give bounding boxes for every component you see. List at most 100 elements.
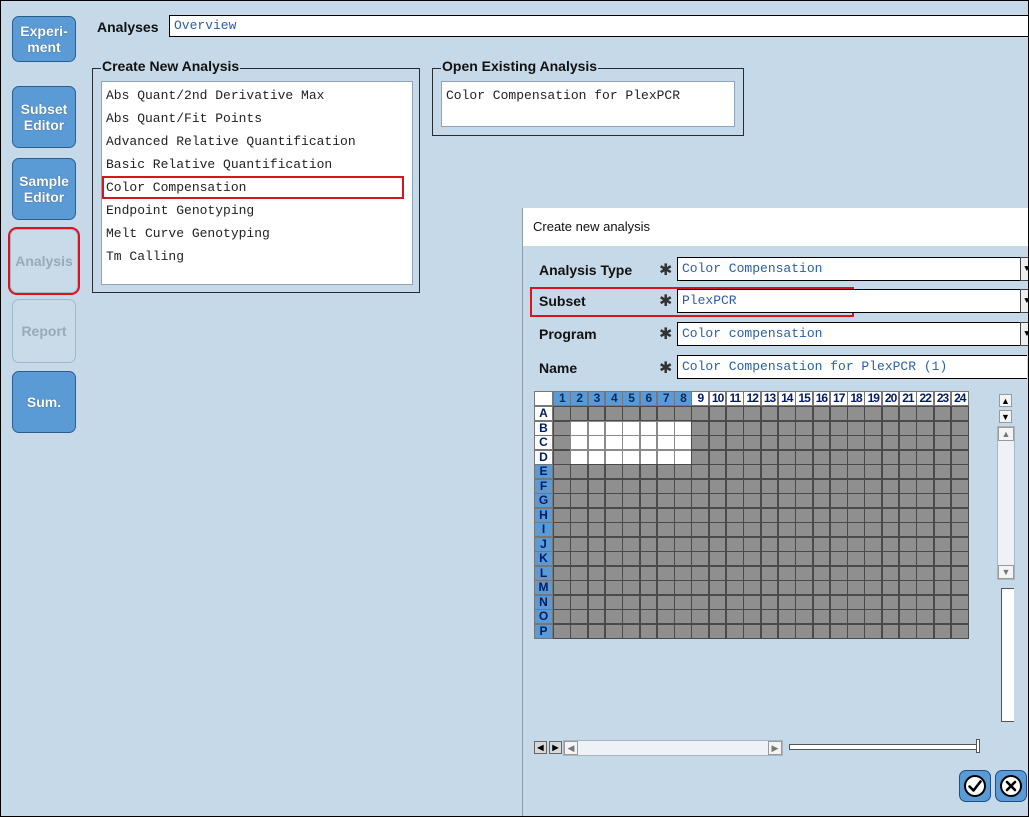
plate-well[interactable] (916, 594, 935, 610)
plate-well[interactable] (691, 420, 710, 436)
row-header[interactable]: F (534, 478, 553, 494)
column-header[interactable]: 15 (795, 391, 813, 406)
plate-well[interactable] (622, 623, 640, 639)
plate-well[interactable] (743, 609, 762, 624)
plate-well[interactable] (553, 435, 571, 450)
plate-well[interactable] (708, 449, 727, 465)
plate-well[interactable] (899, 623, 917, 639)
plate-well[interactable] (881, 464, 900, 479)
plate-well[interactable] (639, 623, 658, 639)
horizontal-zoom-slider[interactable] (789, 744, 979, 750)
column-header[interactable]: 16 (812, 391, 831, 406)
plate-well[interactable] (933, 493, 952, 508)
plate-well[interactable] (881, 594, 900, 610)
plate-well[interactable] (777, 536, 796, 552)
plate-well[interactable] (899, 536, 917, 552)
plate-well[interactable] (553, 536, 571, 552)
plate-well[interactable] (622, 449, 640, 465)
plate-well[interactable] (864, 464, 883, 479)
plate-well[interactable] (864, 565, 883, 581)
plate-well[interactable] (933, 406, 952, 421)
plate-well[interactable] (691, 478, 710, 494)
nav-analysis-button[interactable]: Analysis (8, 227, 80, 295)
plate-well[interactable] (656, 406, 675, 421)
plate-well[interactable] (864, 478, 883, 494)
plate-well[interactable] (639, 580, 658, 595)
plate-well[interactable] (570, 536, 589, 552)
plate-well[interactable] (847, 536, 865, 552)
plate-well[interactable] (639, 522, 658, 537)
plate-well[interactable] (916, 449, 935, 465)
plate-well[interactable] (950, 420, 969, 436)
column-header[interactable]: 20 (881, 391, 900, 406)
plate-well[interactable] (639, 594, 658, 610)
column-header[interactable]: 9 (691, 391, 710, 406)
subset-select[interactable]: PlexPCR ▼ (677, 289, 1028, 313)
plate-well[interactable] (950, 507, 969, 523)
plate-well[interactable] (795, 522, 813, 537)
plate-well[interactable] (743, 580, 762, 595)
plate-well[interactable] (881, 420, 900, 436)
create-analysis-item[interactable]: Abs Quant/2nd Derivative Max (102, 84, 412, 107)
plate-well[interactable] (743, 507, 762, 523)
plate-well[interactable] (656, 507, 675, 523)
plate-well[interactable] (881, 536, 900, 552)
plate-well[interactable] (604, 406, 623, 421)
plate-well[interactable] (553, 478, 571, 494)
plate-well[interactable] (933, 420, 952, 436)
plate-well[interactable] (760, 536, 779, 552)
scroll-last-icon[interactable]: ▶ (549, 741, 562, 754)
plate-well[interactable] (950, 551, 969, 566)
plate-well[interactable] (622, 536, 640, 552)
plate-well[interactable] (639, 551, 658, 566)
plate-well[interactable] (795, 449, 813, 465)
plate-well[interactable] (674, 522, 692, 537)
column-header[interactable]: 12 (743, 391, 762, 406)
plate-well[interactable] (570, 464, 589, 479)
plate-well[interactable] (604, 493, 623, 508)
plate-well[interactable] (726, 551, 744, 566)
plate-well[interactable] (708, 609, 727, 624)
plate-well[interactable] (899, 580, 917, 595)
create-analysis-item[interactable]: Endpoint Genotyping (102, 199, 412, 222)
plate-well[interactable] (864, 406, 883, 421)
plate-well[interactable] (864, 536, 883, 552)
plate-well[interactable] (760, 420, 779, 436)
scroll-right-icon[interactable]: ▶ (768, 741, 782, 755)
plate-well[interactable] (708, 536, 727, 552)
plate-well[interactable] (933, 449, 952, 465)
plate-well[interactable] (933, 580, 952, 595)
plate-well[interactable] (674, 435, 692, 450)
plate-well[interactable] (777, 522, 796, 537)
plate-well[interactable] (691, 580, 710, 595)
plate-well[interactable] (899, 449, 917, 465)
plate-well[interactable] (674, 420, 692, 436)
chevron-down-icon[interactable]: ▼ (1020, 289, 1028, 313)
plate-well[interactable] (674, 507, 692, 523)
nav-report-button[interactable]: Report (12, 299, 76, 363)
plate-well[interactable] (691, 464, 710, 479)
plate-well[interactable] (656, 623, 675, 639)
plate-well[interactable] (899, 420, 917, 436)
column-header[interactable]: 4 (604, 391, 623, 406)
plate-well[interactable] (604, 580, 623, 595)
plate-well[interactable] (760, 464, 779, 479)
plate-well[interactable] (656, 464, 675, 479)
plate-well[interactable] (622, 420, 640, 436)
plate-well[interactable] (674, 478, 692, 494)
plate-well[interactable] (950, 580, 969, 595)
plate-well[interactable] (899, 522, 917, 537)
plate-well[interactable] (760, 565, 779, 581)
plate-well[interactable] (656, 536, 675, 552)
plate-well[interactable] (708, 435, 727, 450)
plate-well[interactable] (950, 493, 969, 508)
column-header[interactable]: 22 (916, 391, 935, 406)
row-header[interactable]: N (534, 594, 553, 610)
plate-well[interactable] (847, 551, 865, 566)
plate-well[interactable] (933, 623, 952, 639)
plate-well[interactable] (691, 551, 710, 566)
plate-well[interactable] (881, 623, 900, 639)
plate-well[interactable] (708, 507, 727, 523)
plate-well[interactable] (916, 522, 935, 537)
plate-well[interactable] (881, 580, 900, 595)
